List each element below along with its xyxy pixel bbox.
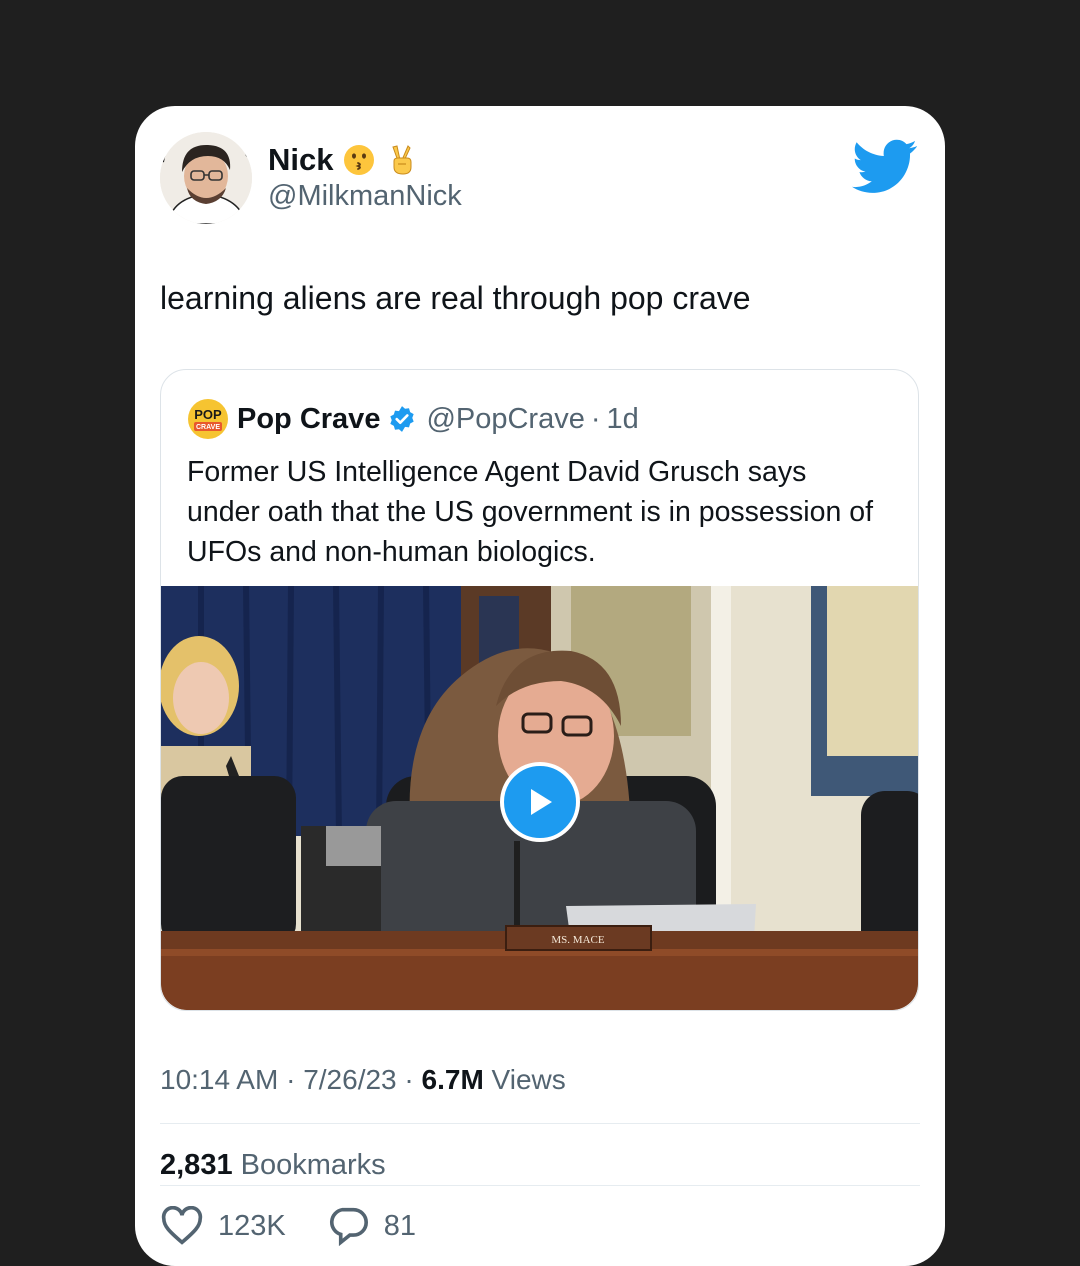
victory-hand-emoji-icon (392, 145, 412, 175)
divider (160, 1185, 920, 1186)
author-handle[interactable]: @MilkmanNick (268, 180, 462, 213)
divider (160, 1123, 920, 1124)
quoted-author-name[interactable]: Pop Crave (237, 403, 380, 436)
replies-count: 81 (383, 1209, 416, 1242)
author-name-row[interactable]: Nick (268, 142, 417, 178)
views-count: 6.7M (421, 1064, 484, 1095)
bookmarks-stat[interactable]: 2,831 Bookmarks (160, 1149, 386, 1182)
twitter-bird-icon (852, 139, 917, 193)
separator-dot: · (404, 1064, 422, 1095)
bookmarks-label: Bookmarks (240, 1149, 386, 1181)
like-action[interactable]: 123K (160, 1206, 286, 1246)
kissing-face-emoji-icon (344, 145, 375, 175)
svg-text:CRAVE: CRAVE (196, 424, 220, 431)
reply-icon (329, 1207, 368, 1246)
separator-dot: · (286, 1064, 304, 1095)
tweet-meta: 10:14 AM · 7/26/23 · 6.7M Views (160, 1064, 566, 1096)
views-label: Views (491, 1064, 566, 1095)
author-avatar[interactable] (160, 132, 252, 224)
tweet-time[interactable]: 10:14 AM (160, 1064, 278, 1095)
svg-text:POP: POP (194, 407, 222, 422)
likes-count: 123K (218, 1209, 286, 1242)
quoted-author-handle[interactable]: @PopCrave (426, 403, 584, 436)
tweet-card: Nick @MilkmanNick learning aliens are re… (135, 106, 945, 1266)
reply-action[interactable]: 81 (326, 1206, 416, 1246)
separator-dot: · (590, 402, 601, 435)
action-bar: 123K 81 (160, 1206, 456, 1246)
tweet-text: learning aliens are real through pop cra… (160, 280, 751, 316)
verified-badge-icon (390, 406, 415, 432)
play-icon (531, 789, 552, 815)
tweet-date[interactable]: 7/26/23 (303, 1064, 396, 1095)
quoted-tweet-age[interactable]: 1d (607, 403, 639, 436)
play-button[interactable] (500, 762, 580, 842)
bookmarks-count: 2,831 (160, 1149, 233, 1181)
nameplate-text: MS. MACE (551, 934, 604, 946)
author-name[interactable]: Nick (268, 142, 333, 178)
quoted-tweet[interactable]: POP CRAVE Pop Crave @PopCrave · 1d Forme… (160, 369, 919, 1011)
quoted-tweet-text: Former US Intelligence Agent David Grusc… (187, 456, 873, 568)
heart-icon (161, 1206, 203, 1245)
quoted-tweet-header: POP CRAVE Pop Crave @PopCrave · 1d (187, 398, 639, 440)
pop-crave-logo[interactable]: POP CRAVE (187, 398, 229, 440)
quoted-video[interactable]: MS. MACE (161, 586, 918, 1010)
